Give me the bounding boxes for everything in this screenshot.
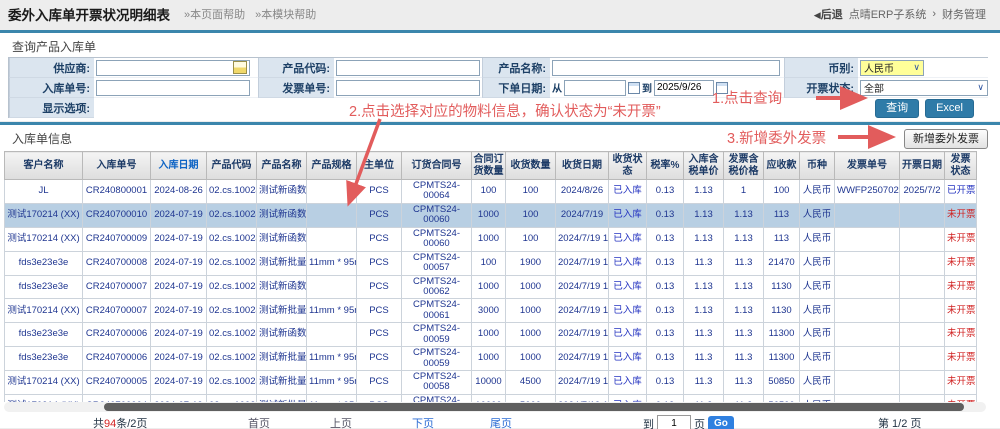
top-bar: 委外入库单开票状况明细表 »本页面帮助 »本模块帮助 ◀后退 点晴ERP子系统 … xyxy=(0,0,1000,28)
query-panel-title: 查询产品入库单 xyxy=(12,38,96,55)
column-header: 产品代码 xyxy=(207,152,257,180)
page-title: 委外入库单开票状况明细表 xyxy=(8,4,170,24)
column-header: 客户名称 xyxy=(5,152,83,180)
product-code-input[interactable] xyxy=(336,60,480,76)
currency-label: 币别: xyxy=(784,58,858,78)
supplier-label: 供应商: xyxy=(9,58,94,78)
receipt-no-label: 入库单号: xyxy=(9,78,94,98)
horizontal-scrollbar xyxy=(4,402,986,412)
table-row[interactable]: 测试170214 (XX)CR2407000072024-07-1902.cs.… xyxy=(5,299,977,323)
supplier-picker-icon[interactable] xyxy=(233,61,247,74)
column-header: 主单位 xyxy=(357,152,402,180)
table-row[interactable]: JLCR2408000012024-08-2602.cs.100241测试新函数… xyxy=(5,180,977,204)
table-row[interactable]: fds3e23e3eCR2407000072024-07-1902.cs.100… xyxy=(5,275,977,299)
goto-suffix: 页 xyxy=(694,416,705,429)
receipt-table-wrap: 客户名称入库单号入库日期产品代码产品名称产品规格主单位订货合同号合同订货数量收货… xyxy=(4,151,986,402)
order-date-label: 下单日期: xyxy=(482,78,550,98)
column-header: 币种 xyxy=(800,152,835,180)
column-header: 开票日期 xyxy=(900,152,945,180)
table-row[interactable]: fds3e23e3eCR2407000062024-07-1902.cs.100… xyxy=(5,323,977,347)
column-header: 发票单号 xyxy=(835,152,900,180)
invoice-status-label: 开票状态: xyxy=(784,78,858,98)
go-button[interactable]: Go xyxy=(708,416,734,429)
column-header: 收货数量 xyxy=(506,152,556,180)
column-header: 产品规格 xyxy=(307,152,357,180)
calendar-icon[interactable] xyxy=(628,82,640,94)
back-button[interactable]: ◀后退 xyxy=(814,6,843,22)
column-header: 入库含税单价 xyxy=(684,152,724,180)
module-help-link[interactable]: »本模块帮助 xyxy=(255,6,316,22)
column-header: 税率% xyxy=(647,152,684,180)
search-button[interactable]: 查询 xyxy=(875,99,919,118)
excel-button[interactable]: Excel xyxy=(925,99,974,118)
date-from-input[interactable] xyxy=(564,80,626,96)
receipt-list-panel: 入库单信息 新增委外发票 客户名称入库单号入库日期产品代码产品名称产品规格主单位… xyxy=(0,122,1000,428)
table-row[interactable]: 测试170214 (XX)CR2407000042024-07-1902.cs.… xyxy=(5,394,977,402)
column-header: 合同订货数量 xyxy=(472,152,506,180)
goto-page: 到 页 Go xyxy=(643,415,734,429)
page-number-input[interactable] xyxy=(657,415,691,429)
table-row[interactable]: 测试170214 (XX)CR2407000052024-07-1902.cs.… xyxy=(5,371,977,395)
display-options-label: 显示选项: xyxy=(9,98,94,118)
chevron-down-icon: ∨ xyxy=(913,62,920,73)
breadcrumb-app[interactable]: 点晴ERP子系统 xyxy=(849,6,927,22)
page-info: 第 1/2 页 xyxy=(878,415,921,429)
column-header[interactable]: 入库日期 xyxy=(151,152,207,180)
column-header: 产品名称 xyxy=(257,152,307,180)
total-count: 共94条/2页 xyxy=(93,415,147,429)
invoice-status-select[interactable]: 全部∨ xyxy=(860,80,988,96)
column-header: 收货状态 xyxy=(609,152,647,180)
prev-page-link[interactable]: 上页 xyxy=(330,415,352,429)
column-header: 发票状态 xyxy=(945,152,977,180)
receipt-no-input[interactable] xyxy=(96,80,250,96)
invoice-no-input[interactable] xyxy=(336,80,480,96)
annotation-step3: 3.新增委外发票 xyxy=(727,127,826,148)
supplier-input[interactable] xyxy=(96,60,250,76)
date-to-input[interactable] xyxy=(654,80,714,96)
column-header: 入库单号 xyxy=(83,152,151,180)
product-code-label: 产品代码: xyxy=(258,58,334,78)
pagination: 共94条/2页 首页 上页 下页 尾页 到 页 Go 第 1/2 页 xyxy=(0,414,1000,429)
chevron-down-icon: ∨ xyxy=(977,82,984,93)
next-page-link[interactable]: 下页 xyxy=(412,415,434,429)
grid-panel-title: 入库单信息 xyxy=(12,130,72,147)
grid-table: 客户名称入库单号入库日期产品代码产品名称产品规格主单位订货合同号合同订货数量收货… xyxy=(4,151,977,402)
breadcrumb: ◀后退 点晴ERP子系统 › 财务管理 xyxy=(814,6,986,22)
last-page-link[interactable]: 尾页 xyxy=(490,415,512,429)
product-name-input[interactable] xyxy=(552,60,780,76)
column-header: 收货日期 xyxy=(556,152,609,180)
invoice-no-label: 发票单号: xyxy=(258,78,334,98)
first-page-link[interactable]: 首页 xyxy=(248,415,270,429)
date-from-label: 从 xyxy=(552,80,562,95)
table-row[interactable]: fds3e23e3eCR2407000062024-07-1902.cs.100… xyxy=(5,347,977,371)
page-help-link[interactable]: »本页面帮助 xyxy=(184,6,245,22)
column-header: 应收款 xyxy=(764,152,800,180)
product-name-label: 产品名称: xyxy=(482,58,550,78)
back-arrow-icon: ◀ xyxy=(814,10,821,20)
breadcrumb-separator: › xyxy=(932,8,936,20)
table-row[interactable]: fds3e23e3eCR2407000082024-07-1902.cs.100… xyxy=(5,251,977,275)
annotation-step1: 1.点击查询 xyxy=(712,87,782,108)
date-to-label: 到 xyxy=(642,80,652,95)
table-row[interactable]: 测试170214 (XX)CR2407000092024-07-1902.cs.… xyxy=(5,227,977,251)
annotation-step2: 2.点击选择对应的物料信息，确认状态为“未开票” xyxy=(349,100,661,121)
column-header: 订货合同号 xyxy=(402,152,472,180)
currency-select[interactable]: 人民币∨ xyxy=(860,60,924,76)
page: 委外入库单开票状况明细表 »本页面帮助 »本模块帮助 ◀后退 点晴ERP子系统 … xyxy=(0,0,1000,429)
add-outsourced-invoice-button[interactable]: 新增委外发票 xyxy=(904,129,988,149)
column-header: 发票含税价格 xyxy=(724,152,764,180)
goto-prefix: 到 xyxy=(643,416,654,429)
table-row[interactable]: 测试170214 (XX)CR2407000102024-07-1902.cs.… xyxy=(5,203,977,227)
scrollbar-thumb[interactable] xyxy=(104,403,964,411)
help-links: »本页面帮助 »本模块帮助 xyxy=(184,6,316,22)
breadcrumb-section[interactable]: 财务管理 xyxy=(942,6,986,22)
